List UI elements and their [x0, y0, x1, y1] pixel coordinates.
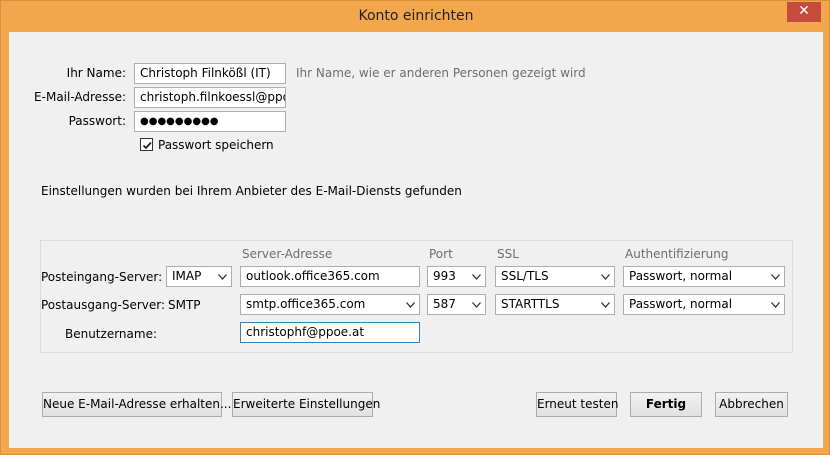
setup-account-window: Konto einrichten ✕ Ihr Name: Christoph F…: [0, 0, 830, 455]
chevron-down-icon: [771, 274, 780, 280]
username-input[interactable]: christophf@ppoe.at: [240, 322, 420, 343]
chevron-down-icon: [472, 274, 481, 280]
cancel-button[interactable]: Abbrechen: [715, 392, 788, 417]
incoming-port-value: 993: [433, 269, 456, 283]
chevron-down-icon: [771, 302, 780, 308]
incoming-ssl-value: SSL/TLS: [501, 269, 549, 283]
chevron-down-icon: [218, 274, 227, 280]
column-header-ssl: SSL: [497, 247, 519, 261]
advanced-settings-button[interactable]: Erweiterte Einstellungen: [232, 392, 380, 417]
chevron-down-icon: [472, 302, 481, 308]
incoming-auth-select[interactable]: Passwort, normal: [623, 266, 785, 287]
remember-password-checkbox[interactable]: [140, 138, 153, 151]
password-input[interactable]: ●●●●●●●●●: [134, 111, 286, 132]
server-settings-group: Server-Adresse Port SSL Authentifizierun…: [40, 240, 793, 353]
outgoing-port-value: 587: [433, 297, 456, 311]
incoming-auth-value: Passwort, normal: [629, 269, 733, 283]
email-input[interactable]: christoph.filnkoessl@ppoe.: [134, 87, 286, 108]
window-title: Konto einrichten: [358, 8, 474, 24]
password-label: Passwort:: [68, 114, 126, 128]
dialog-body: Ihr Name: Christoph Filnkößl (IT) Ihr Na…: [9, 32, 823, 448]
remember-password-label[interactable]: Passwort speichern: [158, 138, 274, 152]
chevron-down-icon: [601, 302, 610, 308]
incoming-protocol-select[interactable]: IMAP: [166, 266, 232, 287]
name-hint: Ihr Name, wie er anderen Personen gezeig…: [296, 66, 586, 80]
close-icon[interactable]: ✕: [787, 2, 821, 22]
outgoing-auth-select[interactable]: Passwort, normal: [623, 294, 785, 315]
chevron-down-icon: [406, 302, 415, 308]
outgoing-protocol-value: SMTP: [168, 298, 201, 312]
status-text: Einstellungen wurden bei Ihrem Anbieter …: [41, 184, 462, 198]
incoming-address-input[interactable]: outlook.office365.com: [240, 266, 420, 287]
column-header-auth: Authentifizierung: [625, 247, 729, 261]
outgoing-ssl-select[interactable]: STARTTLS: [495, 294, 615, 315]
incoming-ssl-select[interactable]: SSL/TLS: [495, 266, 615, 287]
incoming-protocol-value: IMAP: [172, 269, 202, 283]
name-input[interactable]: Christoph Filnkößl (IT): [134, 63, 286, 84]
incoming-server-label: Posteingang-Server:: [41, 270, 163, 284]
outgoing-address-select[interactable]: smtp.office365.com: [240, 294, 420, 315]
chevron-down-icon: [601, 274, 610, 280]
outgoing-server-label: Postausgang-Server:: [41, 298, 166, 312]
column-header-address: Server-Adresse: [242, 247, 333, 261]
username-label: Benutzername:: [64, 327, 157, 341]
email-label: E-Mail-Adresse:: [34, 90, 126, 104]
column-header-port: Port: [429, 247, 453, 261]
new-address-button[interactable]: Neue E-Mail-Adresse erhalten...: [42, 392, 231, 417]
outgoing-ssl-value: STARTTLS: [501, 297, 560, 311]
checkmark-icon: [142, 141, 152, 150]
outgoing-port-select[interactable]: 587: [427, 294, 486, 315]
outgoing-auth-value: Passwort, normal: [629, 297, 733, 311]
done-button[interactable]: Fertig: [630, 392, 702, 417]
incoming-port-select[interactable]: 993: [427, 266, 486, 287]
retest-button[interactable]: Erneut testen: [536, 392, 618, 417]
outgoing-address-value: smtp.office365.com: [246, 297, 366, 311]
name-label: Ihr Name:: [66, 66, 126, 80]
